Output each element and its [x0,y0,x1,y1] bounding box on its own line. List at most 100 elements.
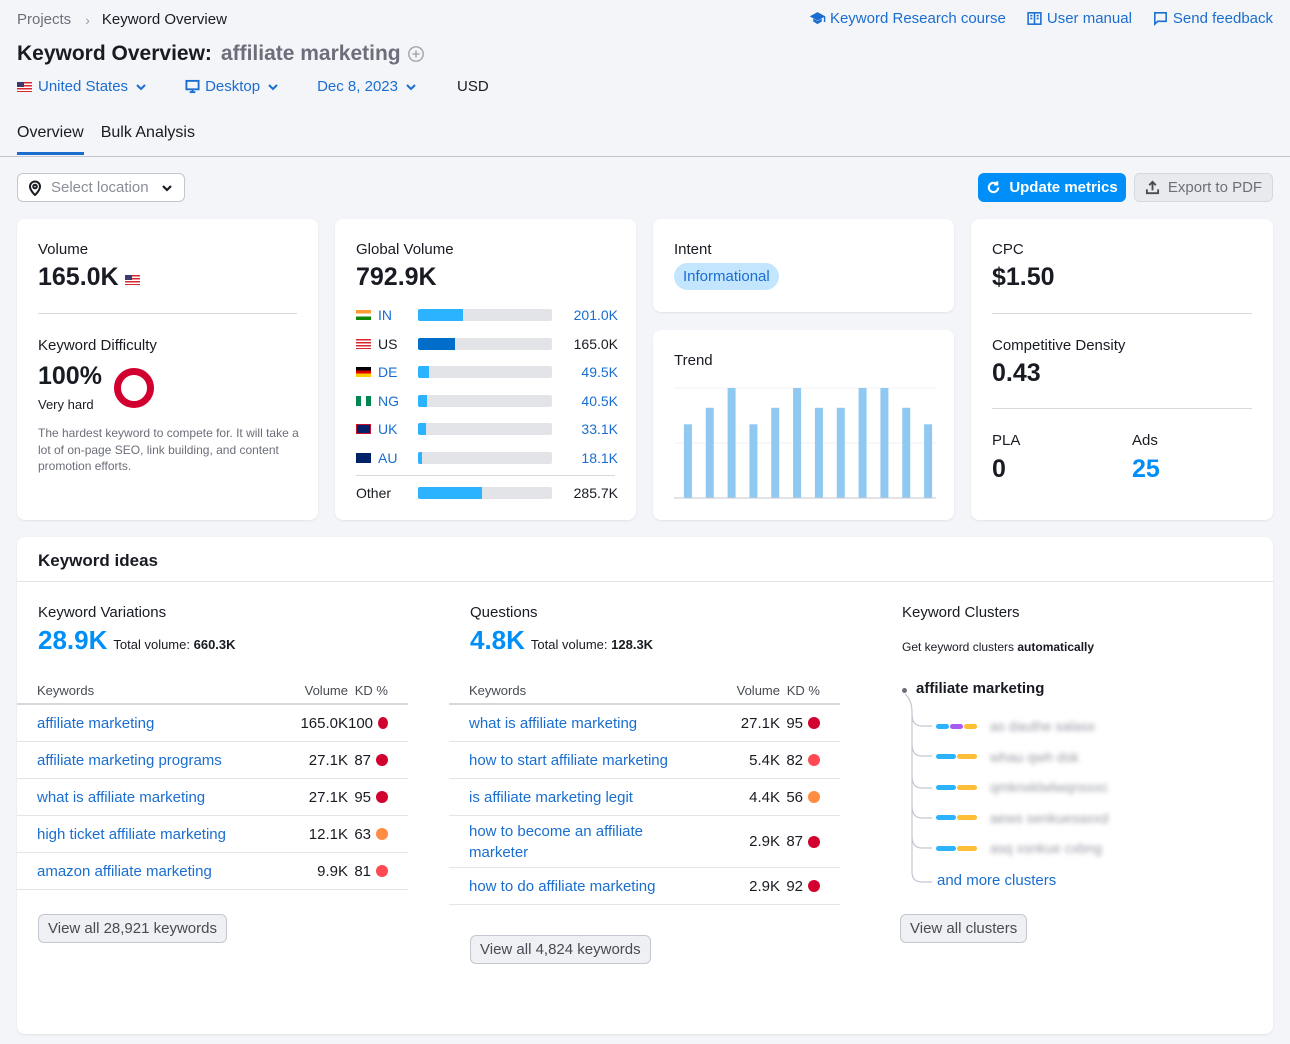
tabs: Overview Bulk Analysis [17,124,195,155]
update-metrics-label: Update metrics [1009,179,1118,196]
keyword-link[interactable]: high ticket affiliate marketing [37,824,268,845]
chevron-down-icon [136,83,146,90]
competitive-density-label: Competitive Density [992,337,1126,354]
variations-title: Keyword Variations [38,604,167,621]
date-dropdown[interactable]: Dec 8, 2023 [317,78,417,95]
keyword-ideas-card: Keyword ideas Keyword Variations 28.9K T… [17,537,1273,1034]
divider [17,581,1273,582]
intent-segment [957,845,977,851]
divider [356,475,615,476]
keyword-kd: 92 [786,877,803,895]
questions-count[interactable]: 4.8K [470,625,525,656]
trend-bar[interactable] [880,388,889,498]
breadcrumb-projects[interactable]: Projects [17,11,71,28]
add-circle-icon[interactable] [407,45,425,63]
keyword-ideas-title: Keyword ideas [38,551,158,570]
keyword-link[interactable]: amazon affiliate marketing [37,861,268,882]
kd-dot-icon [808,835,820,848]
keyword-link[interactable]: is affiliate marketing legit [469,787,700,808]
trend-bar[interactable] [727,388,736,498]
keyword-volume: 2.9K [749,833,780,850]
trend-bar[interactable] [858,388,867,498]
tabs-divider [0,156,1290,157]
update-metrics-button[interactable]: Update metrics [978,173,1126,202]
user-manual-label: User manual [1046,10,1132,27]
table-row: how to do affiliate marketing 2.9K 92 [449,868,840,905]
country-dropdown[interactable]: United States [17,78,147,95]
trend-bar[interactable] [924,424,933,498]
country-row-in: IN 201.0K [356,305,618,325]
trend-bar[interactable] [771,407,780,498]
trend-chart [674,387,936,499]
ads-label: Ads [1132,432,1158,449]
view-all-clusters-button[interactable]: View all clusters [900,914,1028,943]
keyword-link[interactable]: affiliate marketing [37,713,268,734]
view-all-questions-button[interactable]: View all 4,824 keywords [470,935,651,964]
keyword-link[interactable]: how to do affiliate marketing [469,876,700,897]
country-code[interactable]: UK [378,421,418,437]
more-clusters-link[interactable]: and more clusters [937,872,1056,889]
trend-bar[interactable] [705,407,714,498]
trend-bar[interactable] [683,424,692,498]
intent-badge[interactable]: Informational [674,263,779,290]
country-code[interactable]: NG [378,393,418,409]
global-volume-value: 792.9K [356,263,437,291]
cluster-item: aews senkuesaxxd [936,810,1108,826]
trend-bar[interactable] [814,407,823,498]
country-volume[interactable]: 49.5K [552,364,618,380]
keyword-link[interactable]: what is affiliate marketing [469,713,700,734]
trend-bar[interactable] [793,388,802,498]
country-code[interactable]: AU [378,450,418,466]
trend-bar[interactable] [902,407,911,498]
country-volume[interactable]: 33.1K [552,421,618,437]
tab-bulk-analysis[interactable]: Bulk Analysis [101,124,195,155]
clusters-title: Keyword Clusters [902,604,1020,621]
tab-overview[interactable]: Overview [17,124,84,155]
export-pdf-label: Export to PDF [1167,179,1263,196]
keyword-link[interactable]: affiliate marketing programs [37,750,268,771]
page-title-prefix: Keyword Overview: [17,42,212,65]
ads-value[interactable]: 25 [1132,455,1160,484]
location-select[interactable]: Select location [17,173,185,202]
cluster-item: qmknxklwlwqnsxxc [936,779,1108,795]
header-keywords: Keywords [469,682,527,698]
variations-table: Keywords Volume KD % affiliate marketing… [17,677,408,890]
country-bar-fill [418,452,423,464]
country-code[interactable]: DE [378,364,418,380]
send-feedback-label: Send feedback [1172,10,1273,27]
country-volume[interactable]: 201.0K [552,307,618,323]
keyword-link[interactable]: how to start affiliate marketing [469,750,700,771]
country-volume[interactable]: 40.5K [552,393,618,409]
country-row-ng: NG 40.5K [356,391,618,411]
send-feedback-link[interactable]: Send feedback [1152,10,1273,27]
breadcrumb-current: Keyword Overview [101,11,227,28]
device-dropdown[interactable]: Desktop [185,78,279,95]
export-pdf-button[interactable]: Export to PDF [1134,173,1273,202]
chat-bubble-icon [1153,12,1167,27]
book-icon [1027,12,1042,25]
country-row-us: US 165.0K [356,334,618,354]
variations-count[interactable]: 28.9K [38,625,107,656]
country-row-other: Other 285.7K [356,483,618,503]
keyword-link[interactable]: what is affiliate marketing [37,787,268,808]
keyword-volume: 165.0K [300,714,348,732]
questions-total: 128.3K [611,637,654,652]
keyword-kd: 87 [786,833,803,850]
keyword-volume: 9.9K [317,862,348,880]
kd-dot-icon [378,717,388,729]
cluster-intent-bar [936,723,978,729]
keyword-volume: 2.9K [749,877,780,895]
country-code[interactable]: IN [378,307,418,323]
country-volume[interactable]: 18.1K [552,450,618,466]
kd-dot-icon [376,754,388,766]
variations-summary: Keyword Variations 28.9K Total volume: 6… [38,604,236,656]
cluster-name: qmknxklwlwqnsxxc [990,779,1109,795]
user-manual-link[interactable]: User manual [1026,10,1132,27]
trend-bar[interactable] [836,407,845,498]
trend-bar[interactable] [749,424,758,498]
intent-segment [964,723,977,729]
keyword-link[interactable]: how to become an affiliate marketer [469,821,700,863]
view-all-variations-button[interactable]: View all 28,921 keywords [38,914,227,943]
divider [992,408,1252,409]
keyword-research-course-link[interactable]: Keyword Research course [809,10,1006,27]
